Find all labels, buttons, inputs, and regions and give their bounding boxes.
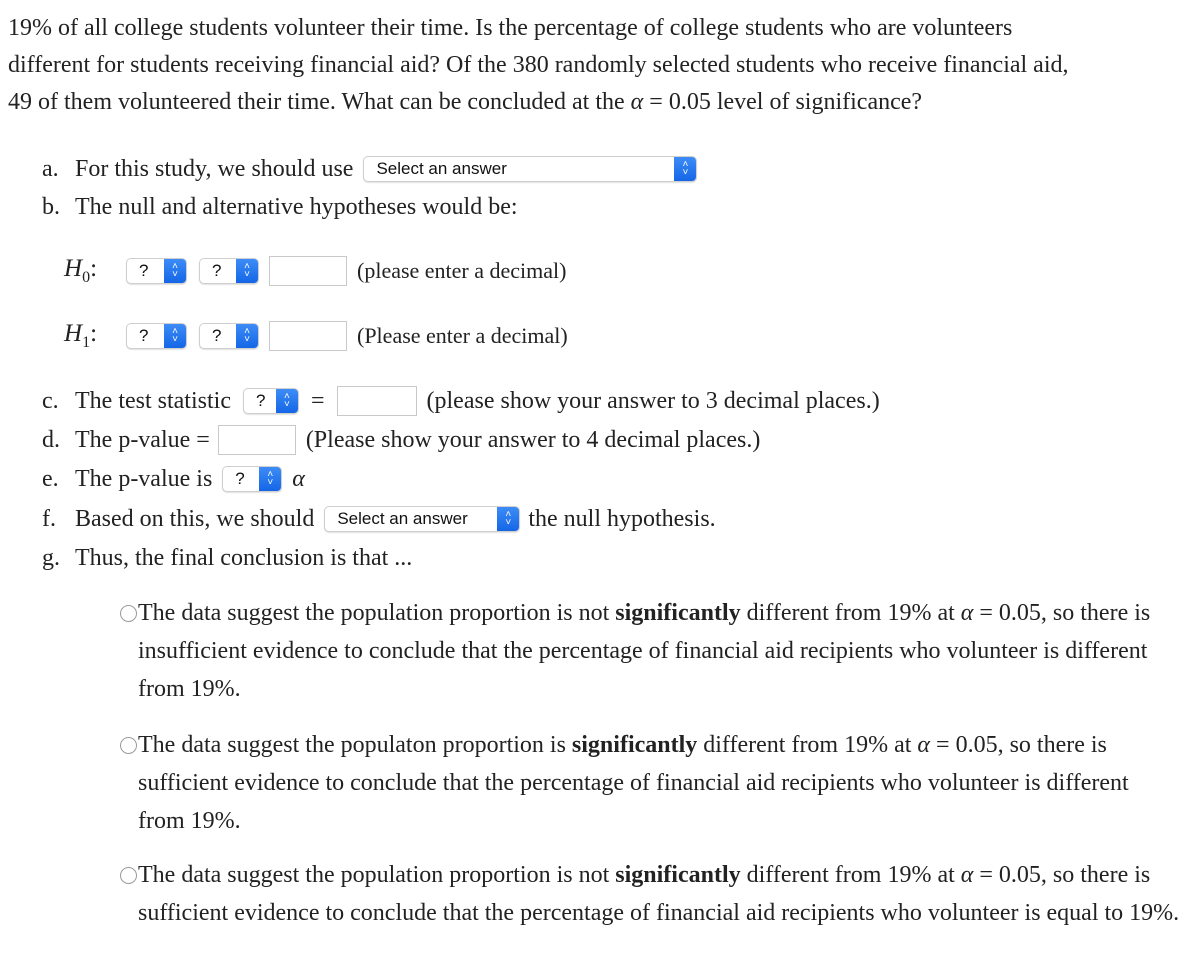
- part-d: d. The p-value = (Please show your answe…: [42, 423, 760, 457]
- test-statistic-input[interactable]: [336, 386, 417, 416]
- decision-select[interactable]: Select an answer ˄ ˅: [324, 506, 521, 532]
- test-type-select[interactable]: Select an answer ˄ ˅: [363, 156, 698, 182]
- radio-button[interactable]: [120, 867, 137, 884]
- h1-operator-select[interactable]: ? ˄ ˅: [199, 323, 259, 349]
- question-line-1: 19% of all college students volunteer th…: [8, 15, 1013, 41]
- h1-hint: (Please enter a decimal): [357, 323, 568, 348]
- option-text: The data suggest the populaton proportio…: [138, 732, 1129, 834]
- conclusion-option-3[interactable]: The data suggest the population proporti…: [120, 856, 1180, 932]
- part-d-hint: (Please show your answer to 4 decimal pl…: [305, 426, 761, 453]
- alpha-symbol: α: [630, 89, 644, 115]
- part-f: f. Based on this, we should Select an an…: [42, 502, 716, 536]
- test-statistic-select[interactable]: ? ˄ ˅: [242, 388, 299, 414]
- part-d-marker: d.: [42, 426, 60, 453]
- h1-label: H1:: [64, 320, 98, 351]
- part-e-text: The p-value is: [75, 465, 213, 492]
- chevron-updown-icon: ˄ ˅: [259, 467, 282, 491]
- h0-operator-select[interactable]: ? ˄ ˅: [199, 258, 259, 284]
- chevron-updown-icon: ˄ ˅: [164, 259, 186, 283]
- chevron-updown-icon: ˄ ˅: [164, 324, 186, 348]
- h0-row: H0: ? ˄ ˅ ? ˄ ˅ (please enter a decimal): [64, 254, 566, 288]
- radio-button[interactable]: [120, 605, 137, 622]
- part-b-marker: b.: [42, 193, 60, 220]
- part-f-text-after: the null hypothesis.: [528, 505, 716, 532]
- chevron-updown-icon: ˄ ˅: [236, 324, 258, 348]
- chevron-updown-icon: ˄ ˅: [497, 507, 520, 531]
- question-text: 19% of all college students volunteer th…: [8, 10, 1198, 121]
- part-g: g. Thus, the final conclusion is that ..…: [42, 541, 412, 575]
- part-e: e. The p-value is ? ˄ ˅ α: [42, 462, 305, 496]
- part-c-marker: c.: [42, 387, 59, 414]
- alpha-symbol: α: [292, 465, 305, 492]
- part-b: b. The null and alternative hypotheses w…: [42, 190, 518, 224]
- equals-sign: =: [310, 387, 325, 414]
- p-value-input[interactable]: [217, 425, 296, 455]
- part-d-text: The p-value =: [75, 426, 210, 453]
- h0-value-input[interactable]: [269, 256, 347, 286]
- p-value-comparison-select[interactable]: ? ˄ ˅: [222, 466, 283, 492]
- question-line-3: 49 of them volunteered their time. What …: [8, 89, 923, 115]
- part-a-text: For this study, we should use: [75, 155, 354, 182]
- part-a: a. For this study, we should use Select …: [42, 152, 698, 186]
- part-f-marker: f.: [42, 505, 56, 532]
- question-line-2: different for students receiving financi…: [8, 52, 1069, 78]
- part-g-text: Thus, the final conclusion is that ...: [75, 544, 413, 571]
- part-c-hint: (please show your answer to 3 decimal pl…: [426, 387, 880, 414]
- option-text: The data suggest the population proporti…: [138, 862, 1180, 926]
- option-text: The data suggest the population proporti…: [138, 600, 1151, 702]
- h1-row: H1: ? ˄ ˅ ? ˄ ˅ (Please enter a decimal): [64, 319, 568, 353]
- radio-button[interactable]: [120, 737, 137, 754]
- conclusion-option-1[interactable]: The data suggest the population proporti…: [120, 594, 1180, 708]
- conclusion-option-2[interactable]: The data suggest the populaton proportio…: [120, 726, 1180, 840]
- chevron-updown-icon: ˄ ˅: [275, 389, 298, 413]
- part-f-text: Based on this, we should: [75, 505, 315, 532]
- part-b-text: The null and alternative hypotheses woul…: [75, 193, 518, 220]
- part-c-text: The test statistic: [75, 387, 231, 414]
- h0-parameter-select[interactable]: ? ˄ ˅: [126, 258, 187, 284]
- chevron-updown-icon: ˄ ˅: [674, 157, 697, 181]
- chevron-updown-icon: ˄ ˅: [236, 259, 258, 283]
- part-g-marker: g.: [42, 544, 60, 571]
- h1-value-input[interactable]: [269, 321, 347, 351]
- part-e-marker: e.: [42, 465, 59, 492]
- h0-hint: (please enter a decimal): [357, 258, 567, 283]
- part-a-marker: a.: [42, 155, 59, 182]
- part-c: c. The test statistic ? ˄ ˅ = (please sho…: [42, 384, 880, 418]
- h0-label: H0:: [64, 255, 98, 286]
- h1-parameter-select[interactable]: ? ˄ ˅: [126, 323, 187, 349]
